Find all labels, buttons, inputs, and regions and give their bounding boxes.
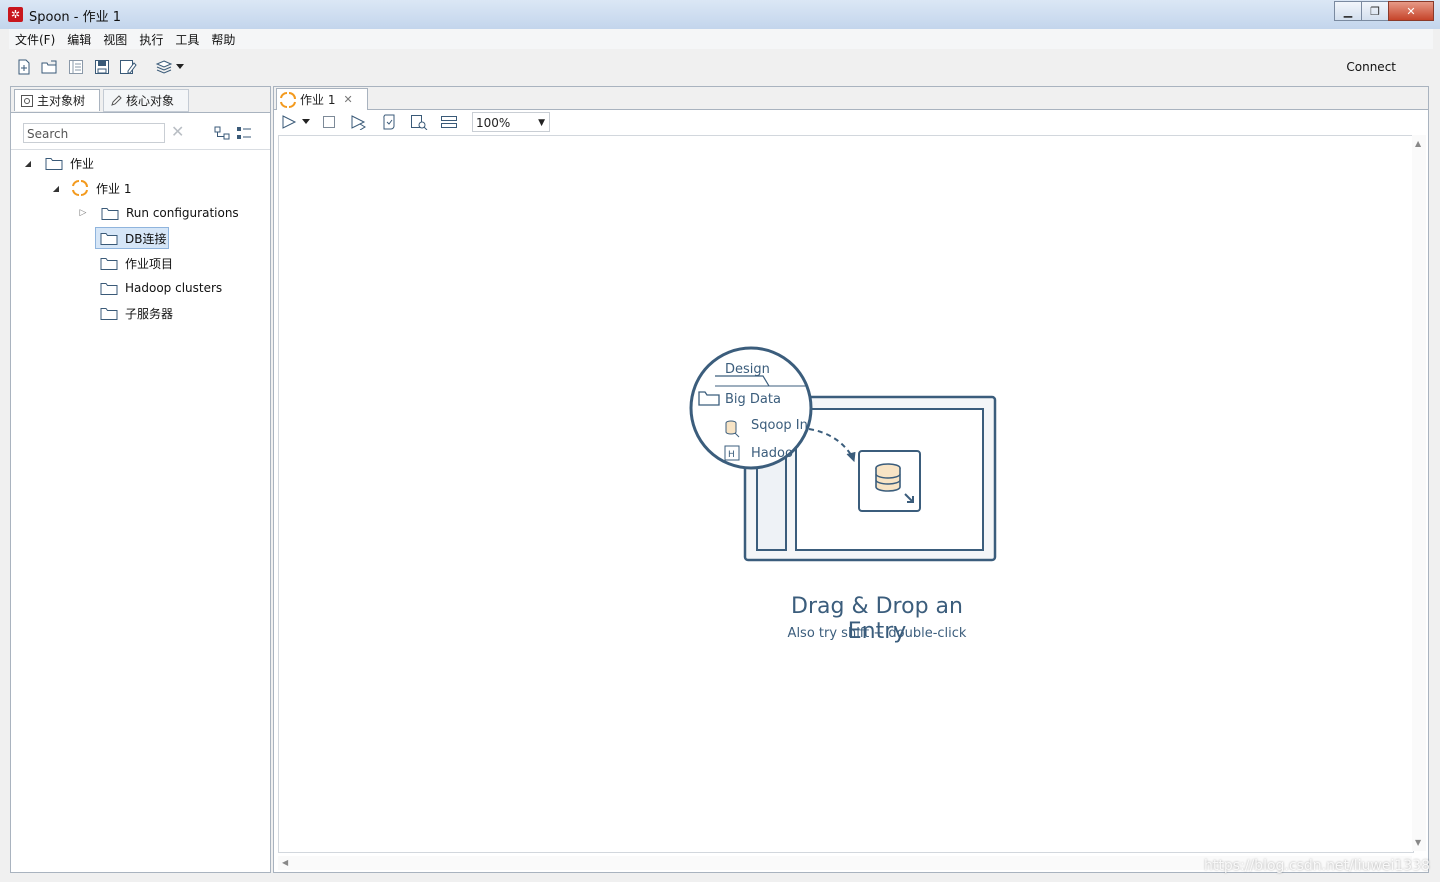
tab-core-objects[interactable]: 核心对象 <box>103 89 189 112</box>
vertical-scrollbar[interactable]: ▲ ▼ <box>1412 135 1426 851</box>
folder-icon <box>45 157 63 170</box>
editor-toolbar <box>274 110 1428 134</box>
zoom-select[interactable]: 100% ▼ <box>472 112 550 132</box>
scroll-up-icon[interactable]: ▲ <box>1415 139 1421 148</box>
perspective-dropdown-icon[interactable] <box>175 56 185 78</box>
menu-edit[interactable]: 编辑 <box>61 31 97 48</box>
watermark: https://blog.csdn.net/liuwei1338 <box>1204 858 1430 874</box>
tree-label: 作业项目 <box>125 256 174 271</box>
stop-icon[interactable] <box>318 112 340 132</box>
tree-label: DB连接 <box>125 231 167 246</box>
tree-node-job-entries[interactable]: 作业项目 <box>100 253 173 273</box>
drag-drop-illustration: Design Big Data Sqoop In H Hadoo <box>689 346 997 562</box>
spoon-window: ✲ Spoon - 作业 1 ▁ ❐ ✕ 文件(F) 编辑 视图 执行 工具 帮… <box>0 0 1440 882</box>
tab-job-1[interactable]: 作业 1 ✕ <box>276 88 368 110</box>
connect-button[interactable]: Connect <box>1346 60 1396 74</box>
tree-node-job-1[interactable]: ◢ 作业 1 <box>51 178 131 198</box>
menu-file[interactable]: 文件(F) <box>9 31 61 48</box>
collapse-all-icon[interactable] <box>236 125 252 141</box>
left-panel-tabs: 主对象树 核心对象 <box>11 87 270 113</box>
menu-help[interactable]: 帮助 <box>205 31 241 48</box>
left-panel-divider <box>11 149 270 150</box>
job-canvas[interactable]: Design Big Data Sqoop In H Hadoo Drag & … <box>278 135 1414 853</box>
open-file-icon[interactable] <box>39 56 61 78</box>
perspective-layers-icon[interactable] <box>153 56 175 78</box>
main-toolbar: Connect <box>9 50 1433 84</box>
editor-tab-bar: 作业 1 ✕ <box>274 87 1428 110</box>
zoom-value: 100% <box>476 116 511 130</box>
tree-label: Run configurations <box>126 206 239 220</box>
tab-main-object-tree[interactable]: 主对象树 <box>14 89 100 111</box>
run-icon[interactable] <box>278 112 300 132</box>
tab-label: 作业 1 <box>300 93 336 107</box>
window-title: Spoon - 作业 1 <box>29 10 122 25</box>
tree-label: 子服务器 <box>125 306 174 321</box>
collapse-arrow-icon[interactable]: ◢ <box>23 159 33 168</box>
save-as-icon[interactable] <box>117 56 139 78</box>
drag-drop-hint: Also try shift + double-click <box>787 626 967 641</box>
tree-node-db-connections[interactable]: DB连接 <box>95 227 170 249</box>
collapse-arrow-icon[interactable]: ◢ <box>51 184 61 193</box>
menu-bar: 文件(F) 编辑 视图 执行 工具 帮助 <box>9 29 1433 49</box>
illus-design-tab: Design <box>725 362 770 377</box>
folder-icon <box>101 207 119 220</box>
tree-label: Hadoop clusters <box>125 281 223 295</box>
illus-item-2: Hadoo <box>751 446 793 461</box>
scroll-left-icon[interactable]: ◀ <box>282 858 288 867</box>
menu-run[interactable]: 执行 <box>133 31 169 48</box>
sql-icon[interactable] <box>438 112 460 132</box>
save-icon[interactable] <box>91 56 113 78</box>
illus-folder-label: Big Data <box>725 392 781 407</box>
impact-analysis-icon[interactable] <box>408 112 430 132</box>
tree-label: 作业 1 <box>96 181 132 196</box>
run-options-dropdown-icon[interactable] <box>302 112 310 132</box>
editor-panel: 作业 1 ✕ 100% ▼ Design Big Data Sqoop In H… <box>273 86 1429 873</box>
spoon-app-icon: ✲ <box>8 7 23 22</box>
explore-repository-icon[interactable] <box>65 56 87 78</box>
check-job-icon[interactable] <box>378 112 400 132</box>
svg-text:H: H <box>728 450 735 460</box>
tab-core-label: 核心对象 <box>126 94 175 108</box>
expand-all-icon[interactable] <box>214 125 230 141</box>
chevron-down-icon: ▼ <box>538 118 545 128</box>
expand-arrow-icon[interactable]: ▷ <box>78 208 88 218</box>
tree-node-run-configurations[interactable]: ▷ Run configurations <box>78 203 239 223</box>
minimize-button[interactable]: ▁ <box>1334 1 1362 21</box>
job-icon <box>280 91 296 108</box>
search-input[interactable]: Search <box>23 123 165 143</box>
job-icon <box>72 180 88 196</box>
title-bar: ✲ Spoon - 作业 1 ▁ ❐ ✕ <box>0 0 1440 29</box>
tab-main-label: 主对象树 <box>37 94 86 108</box>
illus-item-1: Sqoop In <box>751 418 808 433</box>
window-controls: ▁ ❐ ✕ <box>1334 1 1434 21</box>
tree-label: 作业 <box>70 156 95 171</box>
replay-icon[interactable] <box>348 112 370 132</box>
close-window-button[interactable]: ✕ <box>1388 1 1434 21</box>
tree-node-job-root[interactable]: ◢ 作业 <box>23 153 94 173</box>
new-file-icon[interactable] <box>13 56 35 78</box>
folder-icon <box>100 307 118 320</box>
maximize-button[interactable]: ❐ <box>1361 1 1389 21</box>
menu-tools[interactable]: 工具 <box>169 31 205 48</box>
folder-icon <box>100 232 118 245</box>
scroll-down-icon[interactable]: ▼ <box>1415 838 1421 847</box>
object-tree-icon <box>21 94 33 107</box>
folder-icon <box>100 282 118 295</box>
menu-view[interactable]: 视图 <box>97 31 133 48</box>
tree-node-hadoop-clusters[interactable]: Hadoop clusters <box>100 278 222 298</box>
pencil-icon <box>111 94 122 106</box>
clear-search-icon[interactable]: ✕ <box>171 123 187 141</box>
close-tab-icon[interactable]: ✕ <box>343 93 352 106</box>
left-panel: 主对象树 核心对象 Search ✕ ◢ 作业 ◢ 作业 1 ▷ Run con… <box>10 86 271 873</box>
tree-node-slave-servers[interactable]: 子服务器 <box>100 303 173 323</box>
folder-icon <box>100 257 118 270</box>
